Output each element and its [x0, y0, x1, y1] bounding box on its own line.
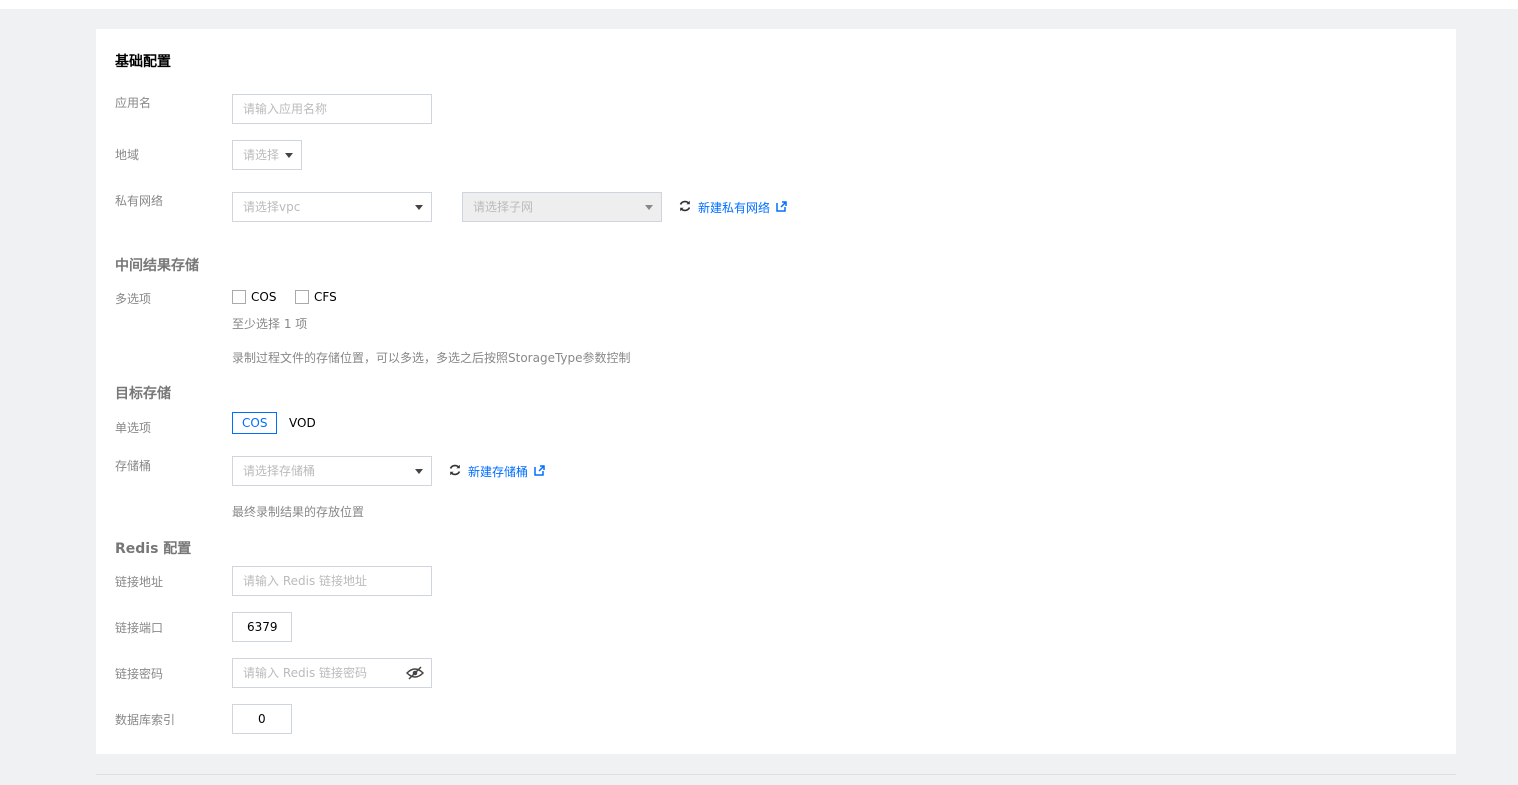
checkbox-cos[interactable]: COS — [232, 290, 276, 304]
vpc-select[interactable]: 请选择vpc — [232, 192, 432, 222]
create-vpc-link[interactable]: 新建私有网络 — [678, 199, 787, 216]
checkbox-box[interactable] — [295, 290, 309, 304]
external-link-icon — [534, 464, 545, 479]
checkbox-label: CFS — [314, 290, 337, 304]
eye-off-icon[interactable] — [405, 666, 425, 683]
min-select-hint: 至少选择 1 项 — [232, 317, 308, 331]
app-name-input[interactable] — [232, 94, 432, 124]
subnet-select[interactable]: 请选择子网 — [462, 192, 662, 222]
caret-down-icon — [645, 205, 653, 210]
section-title-basic: 基础配置 — [115, 54, 171, 70]
redis-address-label: 链接地址 — [115, 575, 164, 589]
db-index-label: 数据库索引 — [115, 713, 176, 727]
radio-vod[interactable]: VOD — [289, 412, 316, 434]
db-index-input[interactable] — [232, 704, 292, 734]
app-name-label: 应用名 — [115, 96, 152, 110]
checkbox-box[interactable] — [232, 290, 246, 304]
redis-address-input[interactable] — [232, 566, 432, 596]
top-band — [0, 0, 1518, 9]
section-title-intermediate: 中间结果存储 — [115, 258, 199, 274]
region-label: 地域 — [115, 148, 140, 162]
form-card: 基础配置 应用名 地域 请选择 私有网络 请选择vpc 请选择子网 新建私有网络… — [96, 29, 1456, 754]
create-bucket-label[interactable]: 新建存储桶 — [468, 463, 528, 480]
refresh-icon[interactable] — [448, 463, 462, 480]
multi-option-label: 多选项 — [115, 292, 152, 306]
redis-password-label: 链接密码 — [115, 667, 164, 681]
bucket-select-value: 请选择存储桶 — [243, 464, 316, 478]
section-title-target: 目标存储 — [115, 386, 171, 402]
create-bucket-link[interactable]: 新建存储桶 — [448, 463, 545, 480]
intermediate-description: 录制过程文件的存储位置，可以多选，多选之后按照StorageType参数控制 — [232, 351, 631, 365]
subnet-select-value: 请选择子网 — [473, 200, 534, 214]
external-link-icon — [776, 200, 787, 215]
checkbox-cfs[interactable]: CFS — [295, 290, 337, 304]
bucket-label: 存储桶 — [115, 459, 152, 473]
caret-down-icon — [285, 153, 293, 158]
create-vpc-label[interactable]: 新建私有网络 — [698, 199, 770, 216]
checkbox-label: COS — [251, 290, 277, 304]
caret-down-icon — [415, 205, 423, 210]
bottom-divider — [96, 774, 1456, 775]
radio-cos[interactable]: COS — [232, 412, 278, 434]
region-select-value: 请选择 — [243, 148, 280, 162]
redis-password-input[interactable] — [232, 658, 432, 688]
region-select[interactable]: 请选择 — [232, 140, 302, 170]
redis-port-label: 链接端口 — [115, 621, 164, 635]
vpc-select-value: 请选择vpc — [243, 200, 301, 214]
redis-password-field — [232, 658, 432, 688]
target-description: 最终录制结果的存放位置 — [232, 505, 365, 519]
section-title-redis: Redis 配置 — [115, 541, 192, 557]
caret-down-icon — [415, 469, 423, 474]
refresh-icon[interactable] — [678, 199, 692, 216]
single-option-label: 单选项 — [115, 421, 152, 435]
vpc-label: 私有网络 — [115, 194, 164, 208]
redis-port-input[interactable] — [232, 612, 292, 642]
bucket-select[interactable]: 请选择存储桶 — [232, 456, 432, 486]
